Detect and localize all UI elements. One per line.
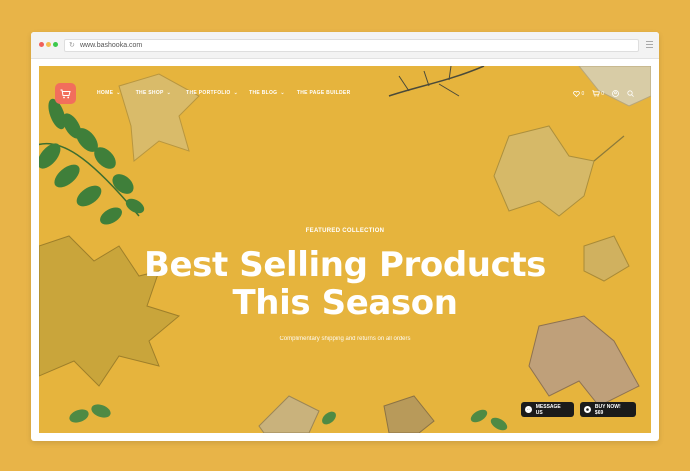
- reload-icon[interactable]: ↻: [69, 41, 75, 50]
- nav-item-label: HOME: [97, 90, 114, 96]
- message-us-label: MESSAGE US: [535, 403, 561, 416]
- close-window-dot[interactable]: [39, 42, 44, 47]
- nav-item-portfolio[interactable]: THE PORTFOLIO ⌄: [186, 90, 238, 96]
- pale-leaf-top-right: [578, 66, 651, 107]
- dry-leaf-top-left: [118, 73, 200, 162]
- hero-headline-line-2: This Season: [232, 283, 458, 323]
- account-icon: [612, 90, 619, 97]
- nav-item-label: THE SHOP: [135, 90, 164, 96]
- browser-window: ↻ www.bashooka.com HOME ⌄ THE SHOP ⌄ THE…: [31, 32, 659, 441]
- cart-icon: [592, 90, 601, 97]
- leaf-bottom-center: [258, 395, 320, 433]
- buy-now-button[interactable]: BUY NOW! $69: [580, 402, 636, 417]
- buy-icon: [584, 406, 591, 413]
- chevron-down-icon: ⌄: [116, 90, 121, 96]
- nav-item-home[interactable]: HOME ⌄: [97, 90, 121, 96]
- minimize-window-dot[interactable]: [46, 42, 51, 47]
- chevron-down-icon: ⌄: [280, 90, 285, 96]
- address-bar[interactable]: ↻ www.bashooka.com: [64, 39, 639, 52]
- main-nav: HOME ⌄ THE SHOP ⌄ THE PORTFOLIO ⌄ THE BLOG ⌄…: [97, 90, 360, 96]
- dry-leaf-right: [493, 125, 595, 217]
- wishlist-count: 0: [581, 90, 585, 97]
- search-button[interactable]: [627, 90, 634, 97]
- site-viewport: HOME ⌄ THE SHOP ⌄ THE PORTFOLIO ⌄ THE BLOG ⌄…: [39, 66, 651, 433]
- search-icon: [627, 90, 634, 97]
- maximize-window-dot[interactable]: [53, 42, 58, 47]
- nav-item-page-builder[interactable]: THE PAGE BUILDER: [297, 90, 351, 96]
- nav-item-shop[interactable]: THE SHOP ⌄: [136, 90, 171, 96]
- cart-logo-icon: [60, 89, 71, 98]
- cart-button[interactable]: 0: [592, 90, 604, 97]
- cart-count: 0: [601, 90, 604, 97]
- hero-eyebrow: FEATURED COLLECTION: [305, 228, 385, 234]
- wishlist-button[interactable]: 0: [573, 91, 584, 97]
- buy-now-label: BUY NOW! $69: [594, 403, 621, 416]
- header-tools: 0 0: [565, 90, 634, 97]
- leaf-bottom-center-right: [383, 395, 435, 433]
- nav-item-label: THE PORTFOLIO: [186, 90, 231, 96]
- message-us-button[interactable]: MESSAGE US: [521, 402, 574, 417]
- address-text: www.bashooka.com: [80, 42, 143, 49]
- hero-subline: Complimentary shipping and returns on al…: [279, 336, 411, 342]
- nav-item-label: THE PAGE BUILDER: [296, 90, 351, 96]
- dry-leaf-bottom-right: [528, 315, 640, 407]
- nav-item-label: THE BLOG: [249, 90, 278, 96]
- messenger-icon: [525, 406, 532, 413]
- hero-headline-line-1: Best Selling Products: [143, 245, 547, 285]
- account-button[interactable]: [612, 90, 619, 97]
- site-logo[interactable]: [55, 83, 76, 104]
- chevron-down-icon: ⌄: [233, 90, 239, 96]
- heart-icon: [573, 90, 581, 97]
- browser-chrome: ↻ www.bashooka.com: [31, 32, 659, 59]
- hero-headline: Best Selling Products This Season: [39, 246, 651, 322]
- twig-top: [388, 66, 485, 97]
- chevron-down-icon: ⌄: [166, 90, 172, 96]
- nav-item-blog[interactable]: THE BLOG ⌄: [249, 90, 285, 96]
- browser-menu-icon[interactable]: [646, 41, 653, 50]
